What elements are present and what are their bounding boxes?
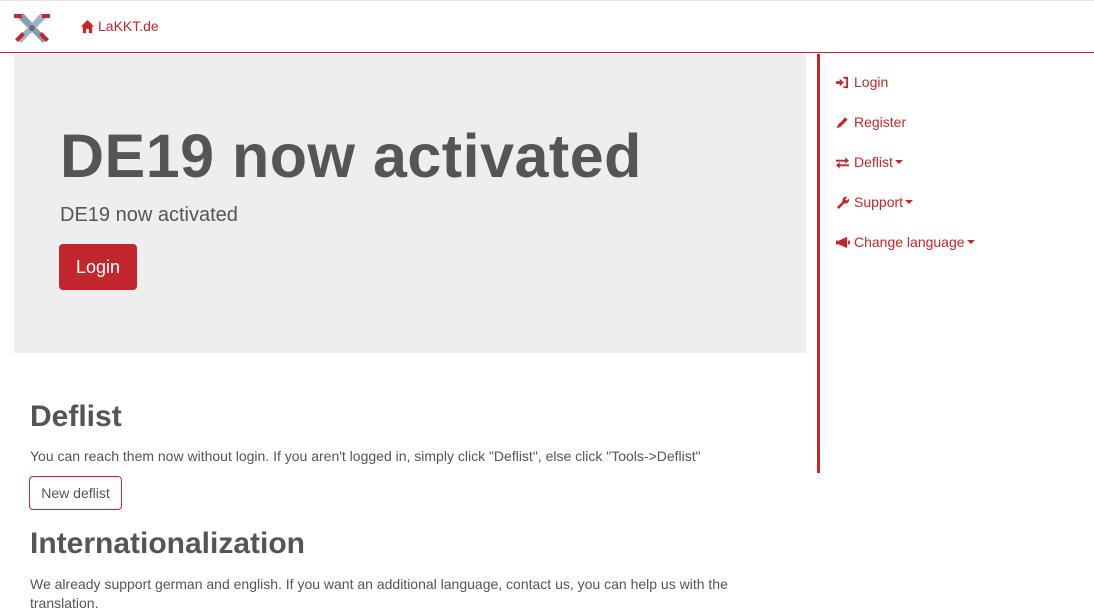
wrench-icon bbox=[836, 196, 850, 209]
sidebar-item-label: Deflist bbox=[854, 154, 893, 170]
sidebar-item-login[interactable]: Login bbox=[835, 62, 975, 102]
sidebar-item-support[interactable]: Support bbox=[835, 182, 975, 222]
deflist-heading: Deflist bbox=[30, 400, 122, 433]
login-icon bbox=[836, 76, 849, 88]
pencil-icon bbox=[836, 116, 848, 128]
hero-title: DE19 now activated bbox=[60, 122, 642, 190]
swap-arrows-icon bbox=[836, 156, 849, 169]
new-deflist-button[interactable]: New deflist bbox=[29, 476, 122, 510]
home-icon bbox=[80, 19, 95, 33]
internationalization-heading: Internationalization bbox=[30, 527, 306, 560]
hero-subtitle: DE19 now activated bbox=[60, 204, 238, 226]
sidebar-item-register[interactable]: Register bbox=[835, 102, 975, 142]
sidebar-divider bbox=[817, 54, 820, 473]
crossed-swords-logo-icon[interactable] bbox=[13, 9, 51, 47]
sidebar-nav: Login Register Deflist Support Change la… bbox=[835, 62, 975, 262]
sidebar-item-label: Login bbox=[854, 74, 889, 90]
sidebar-item-change-language[interactable]: Change language bbox=[835, 222, 975, 262]
internationalization-description: We already support german and english. I… bbox=[30, 576, 728, 611]
chevron-down-icon bbox=[966, 240, 975, 244]
hero-jumbotron: DE19 now activated DE19 now activated Lo… bbox=[14, 54, 806, 353]
chevron-down-icon bbox=[894, 160, 903, 164]
sidebar-item-label: Register bbox=[854, 114, 907, 130]
hero-login-button[interactable]: Login bbox=[59, 244, 137, 290]
deflist-description: You can reach them now without login. If… bbox=[30, 448, 701, 464]
top-navbar: LaKKT.de bbox=[0, 0, 1094, 53]
brand-home-link[interactable]: LaKKT.de bbox=[80, 18, 159, 34]
chevron-down-icon bbox=[905, 200, 914, 204]
sidebar-item-label: Change language bbox=[854, 234, 965, 250]
sidebar-item-deflist[interactable]: Deflist bbox=[835, 142, 975, 182]
sidebar-item-label: Support bbox=[854, 194, 904, 210]
megaphone-icon bbox=[836, 236, 850, 248]
brand-label: LaKKT.de bbox=[98, 18, 159, 34]
